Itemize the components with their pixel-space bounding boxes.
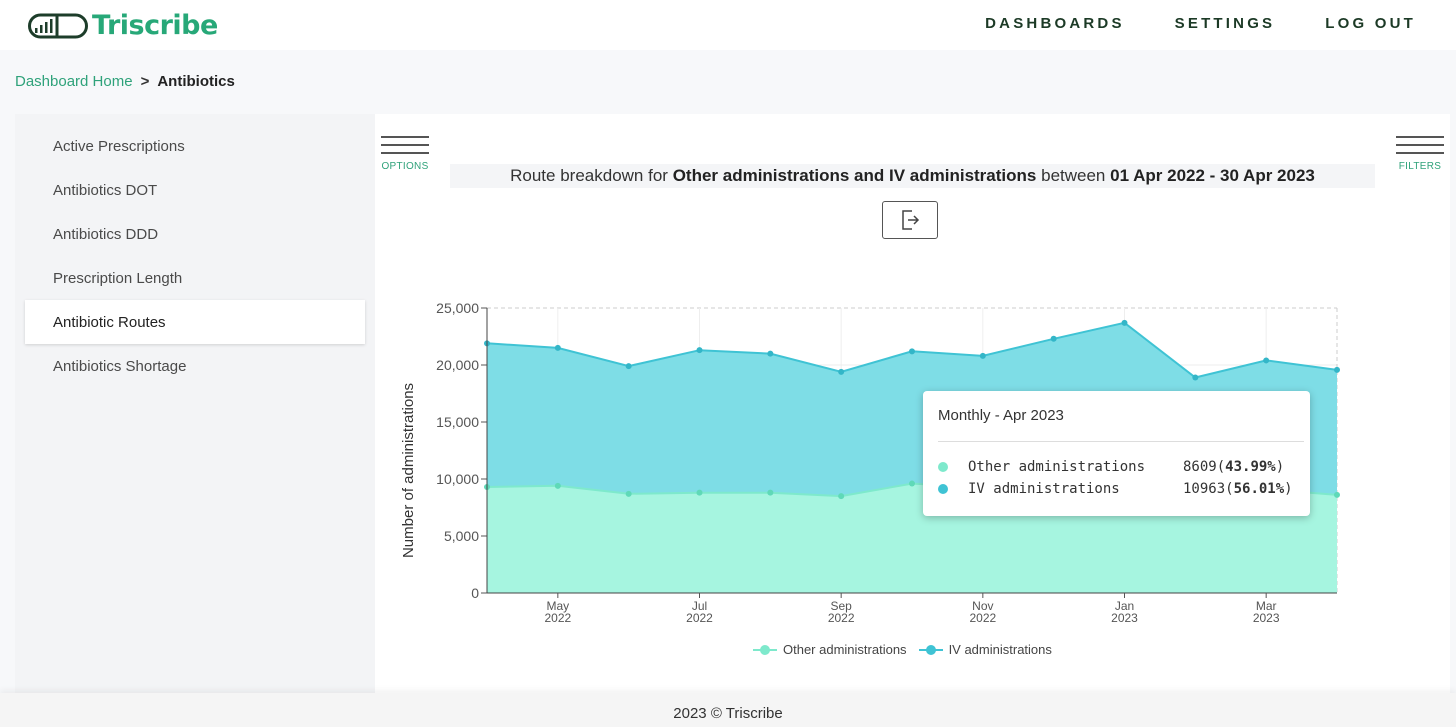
iv-administrations-point (767, 350, 774, 357)
brand-logo[interactable]: Triscribe (28, 10, 218, 41)
nav-dashboards[interactable]: DASHBOARDS (985, 15, 1125, 32)
other-administrations-point (554, 482, 561, 489)
x-tick-label-year: 2023 (1253, 611, 1280, 625)
series-dot-icon (938, 484, 948, 494)
top-navigation-bar: Triscribe DASHBOARDS SETTINGS LOG OUT (0, 0, 1456, 50)
other-administrations-point (1334, 491, 1340, 498)
other-administrations-point (909, 480, 915, 487)
x-tick-label-year: 2023 (1111, 611, 1138, 625)
iv-administrations-point (554, 344, 561, 351)
iv-administrations-point (979, 352, 986, 359)
iv-administrations-point (1192, 374, 1199, 381)
other-administrations-point (696, 489, 703, 496)
tooltip-series-value: 10963(56.01%) (1183, 481, 1293, 497)
legend-label: Other administrations (783, 642, 907, 657)
iv-administrations-point (909, 348, 915, 355)
tooltip-series-value: 8609(43.99%) (1183, 459, 1285, 475)
tooltip-row-iv: IV administrations 10963(56.01%) (938, 478, 1295, 500)
sidebar-item-antibiotic-routes[interactable]: Antibiotic Routes (25, 300, 365, 344)
tooltip-series-name: Other administrations (968, 459, 1146, 475)
y-tick-label: 0 (471, 585, 479, 601)
nav-settings[interactable]: SETTINGS (1175, 15, 1276, 32)
iv-administrations-point (1050, 335, 1057, 342)
other-administrations-point (625, 490, 632, 497)
sidebar-item-prescription-length[interactable]: Prescription Length (25, 256, 365, 300)
iv-administrations-point (696, 347, 703, 354)
series-dot-icon (938, 462, 948, 472)
iv-administrations-point (625, 363, 632, 370)
breadcrumb-separator: > (140, 73, 150, 90)
sidebar-item-antibiotics-shortage[interactable]: Antibiotics Shortage (25, 344, 365, 388)
chart-legend: Other administrations IV administrations (753, 642, 1052, 657)
other-administrations-point (767, 489, 774, 496)
brand-name: Triscribe (92, 10, 218, 41)
other-administrations-point (838, 493, 845, 500)
y-axis-label: Number of administrations (400, 383, 417, 558)
sidebar-item-antibiotics-dot[interactable]: Antibiotics DOT (25, 168, 365, 212)
tooltip-row-other: Other administrations 8609(43.99%) (938, 456, 1295, 478)
x-tick-label-year: 2022 (828, 611, 855, 625)
iv-administrations-point (838, 368, 845, 375)
y-tick-label: 10,000 (436, 471, 479, 487)
tooltip-series-name: IV administrations (968, 481, 1120, 497)
x-tick-label-year: 2022 (544, 611, 571, 625)
chart-panel: OPTIONS FILTERS Route breakdown for Othe… (375, 114, 1450, 693)
iv-administrations-point (1334, 366, 1340, 373)
footer: 2023 © Triscribe (0, 693, 1456, 727)
nav-logout[interactable]: LOG OUT (1325, 15, 1416, 32)
sidebar: Active Prescriptions Antibiotics DOT Ant… (15, 114, 375, 693)
tooltip-divider (938, 441, 1304, 442)
y-tick-label: 5,000 (444, 528, 479, 544)
y-tick-label: 15,000 (436, 414, 479, 430)
y-tick-label: 25,000 (436, 300, 479, 316)
sidebar-item-active-prescriptions[interactable]: Active Prescriptions (25, 124, 365, 168)
main-nav: DASHBOARDS SETTINGS LOG OUT (935, 15, 1416, 32)
iv-administrations-point (1263, 357, 1270, 364)
legend-marker-icon (918, 644, 943, 656)
legend-marker-icon (753, 644, 777, 656)
tooltip-title: Monthly - Apr 2023 (938, 407, 1064, 424)
x-tick-label-year: 2022 (686, 611, 713, 625)
legend-item-other[interactable]: Other administrations (753, 642, 907, 657)
chart-tooltip: Monthly - Apr 2023 Other administrations… (923, 391, 1310, 516)
y-tick-label: 20,000 (436, 357, 479, 373)
breadcrumb: Dashboard Home > Antibiotics (15, 73, 235, 90)
legend-item-iv[interactable]: IV administrations (918, 642, 1052, 657)
pill-logo-icon (28, 13, 88, 38)
sidebar-item-antibiotics-ddd[interactable]: Antibiotics DDD (25, 212, 365, 256)
iv-administrations-point (1121, 319, 1128, 326)
legend-label: IV administrations (948, 642, 1052, 657)
breadcrumb-current: Antibiotics (157, 73, 235, 90)
breadcrumb-home-link[interactable]: Dashboard Home (15, 73, 133, 90)
x-tick-label-year: 2022 (969, 611, 996, 625)
